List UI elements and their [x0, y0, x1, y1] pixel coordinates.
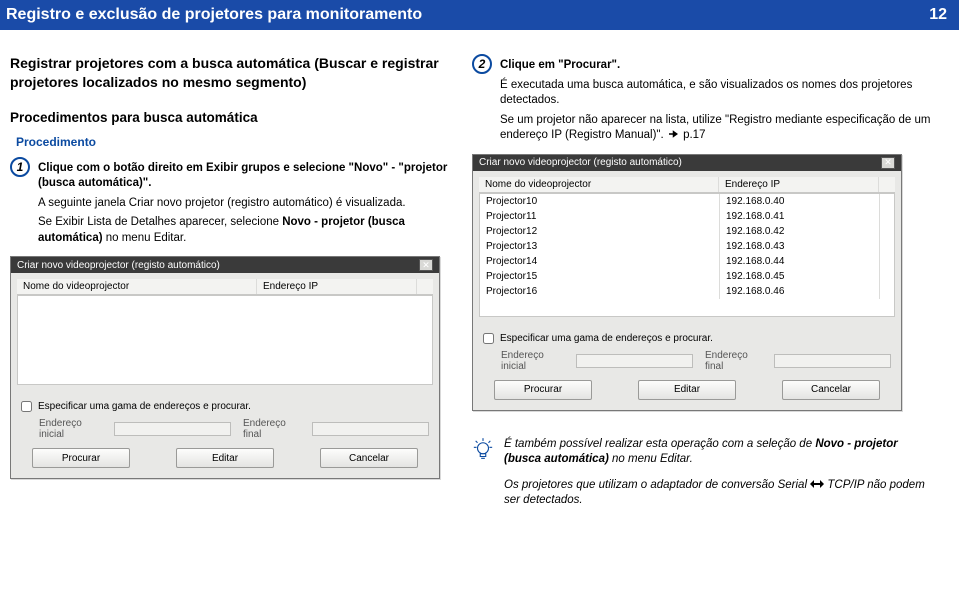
- edit-button[interactable]: Editar: [638, 380, 736, 400]
- range-end-label: Endereço final: [705, 350, 762, 372]
- dialog-body: Nome do videoprojector Endereço IP Proje…: [473, 171, 901, 410]
- search-button[interactable]: Procurar: [32, 448, 130, 468]
- page-ref-link[interactable]: p.17: [683, 129, 705, 141]
- content-columns: Registrar projetores com a busca automát…: [0, 30, 959, 519]
- step-1-paragraph-1: A seguinte janela Criar novo projetor (r…: [38, 196, 450, 212]
- step-number-icon: 1: [10, 157, 30, 177]
- range-end-input[interactable]: [774, 354, 891, 368]
- grid-header-ip: Endereço IP: [257, 279, 417, 294]
- specify-range-checkbox[interactable]: [21, 401, 32, 412]
- step-2-paragraph-1: É executada uma busca automática, e são …: [500, 78, 932, 109]
- grid-header-name: Nome do videoprojector: [479, 177, 719, 192]
- grid-header: Nome do videoprojector Endereço IP: [17, 279, 433, 295]
- dialog-title-text: Criar novo videoprojector (registo autom…: [479, 157, 682, 168]
- specify-range-checkbox-row[interactable]: Especificar uma gama de endereços e proc…: [17, 399, 433, 414]
- page-number: 12: [929, 6, 947, 24]
- procedure-label: Procedimento: [16, 135, 450, 149]
- table-row[interactable]: Projector11192.168.0.41: [480, 209, 894, 224]
- specify-range-label: Especificar uma gama de endereços e proc…: [38, 401, 251, 412]
- step-2-paragraph-2: Se um projetor não aparecer na lista, ut…: [500, 113, 932, 144]
- step-1: 1 Clique com o botão direito em Exibir g…: [10, 157, 450, 251]
- step-1-lead: Clique com o botão direito em Exibir gru…: [38, 161, 450, 192]
- page-title: Registro e exclusão de projetores para m…: [6, 6, 422, 24]
- dialog-titlebar: Criar novo videoprojector (registo autom…: [11, 257, 439, 273]
- grid-header: Nome do videoprojector Endereço IP: [479, 177, 895, 193]
- range-start-input[interactable]: [114, 422, 231, 436]
- cancel-button[interactable]: Cancelar: [782, 380, 880, 400]
- table-row[interactable]: Projector10192.168.0.40: [480, 194, 894, 209]
- range-row: Endereço inicial Endereço final: [479, 346, 895, 372]
- range-end-input[interactable]: [312, 422, 429, 436]
- table-row[interactable]: Projector14192.168.0.44: [480, 254, 894, 269]
- step-2-body: Clique em "Procurar". É executada uma bu…: [500, 54, 932, 148]
- range-start-input[interactable]: [576, 354, 693, 368]
- grid-header-name: Nome do videoprojector: [17, 279, 257, 294]
- range-start-label: Endereço inicial: [39, 418, 102, 440]
- dialog-create-projector-empty: Criar novo videoprojector (registo autom…: [10, 256, 440, 479]
- subsection-heading: Procedimentos para busca automática: [10, 110, 450, 125]
- tip-text: É também possível realizar esta operação…: [504, 437, 932, 519]
- step-number-icon: 2: [472, 54, 492, 74]
- tip-paragraph-2: Os projetores que utilizam o adaptador d…: [504, 478, 932, 509]
- specify-range-label: Especificar uma gama de endereços e proc…: [500, 333, 713, 344]
- lightbulb-icon: [472, 437, 494, 519]
- step-1-paragraph-2: Se Exibir Lista de Detalhes aparecer, se…: [38, 215, 450, 246]
- table-row[interactable]: Projector13192.168.0.43: [480, 239, 894, 254]
- hand-pointer-icon: [667, 128, 680, 140]
- tip-paragraph-1: É também possível realizar esta operação…: [504, 437, 932, 468]
- grid-header-ip: Endereço IP: [719, 177, 879, 192]
- convert-arrow-icon: [810, 479, 827, 491]
- table-row[interactable]: Projector15192.168.0.45: [480, 269, 894, 284]
- specify-range-checkbox-row[interactable]: Especificar uma gama de endereços e proc…: [479, 331, 895, 346]
- section-heading: Registrar projetores com a busca automát…: [10, 54, 450, 92]
- specify-range-checkbox[interactable]: [483, 333, 494, 344]
- range-row: Endereço inicial Endereço final: [17, 414, 433, 440]
- page-header: Registro e exclusão de projetores para m…: [0, 0, 959, 30]
- left-column: Registrar projetores com a busca automát…: [10, 40, 450, 519]
- cancel-button[interactable]: Cancelar: [320, 448, 418, 468]
- dialog-titlebar: Criar novo videoprojector (registo autom…: [473, 155, 901, 171]
- step-1-body: Clique com o botão direito em Exibir gru…: [38, 157, 450, 251]
- dialog-button-row: Procurar Editar Cancelar: [479, 372, 895, 408]
- dialog-bottom-panel: Especificar uma gama de endereços e proc…: [479, 327, 895, 408]
- range-start-label: Endereço inicial: [501, 350, 564, 372]
- grid-rows-empty: [17, 295, 433, 385]
- edit-button[interactable]: Editar: [176, 448, 274, 468]
- table-row[interactable]: Projector16192.168.0.46: [480, 284, 894, 299]
- range-end-label: Endereço final: [243, 418, 300, 440]
- dialog-body: Nome do videoprojector Endereço IP Espec…: [11, 273, 439, 478]
- right-column: 2 Clique em "Procurar". É executada uma …: [472, 40, 932, 519]
- step-2: 2 Clique em "Procurar". É executada uma …: [472, 54, 932, 148]
- grid-rows: Projector10192.168.0.40 Projector11192.1…: [479, 193, 895, 317]
- close-icon[interactable]: ✕: [881, 157, 895, 169]
- dialog-button-row: Procurar Editar Cancelar: [17, 440, 433, 476]
- dialog-create-projector-results: Criar novo videoprojector (registo autom…: [472, 154, 902, 411]
- table-row[interactable]: Projector12192.168.0.42: [480, 224, 894, 239]
- close-icon[interactable]: ✕: [419, 259, 433, 271]
- search-button[interactable]: Procurar: [494, 380, 592, 400]
- step-2-lead: Clique em "Procurar".: [500, 58, 932, 74]
- dialog-title-text: Criar novo videoprojector (registo autom…: [17, 260, 220, 271]
- dialog-bottom-panel: Especificar uma gama de endereços e proc…: [17, 395, 433, 476]
- tip-block: É também possível realizar esta operação…: [472, 437, 932, 519]
